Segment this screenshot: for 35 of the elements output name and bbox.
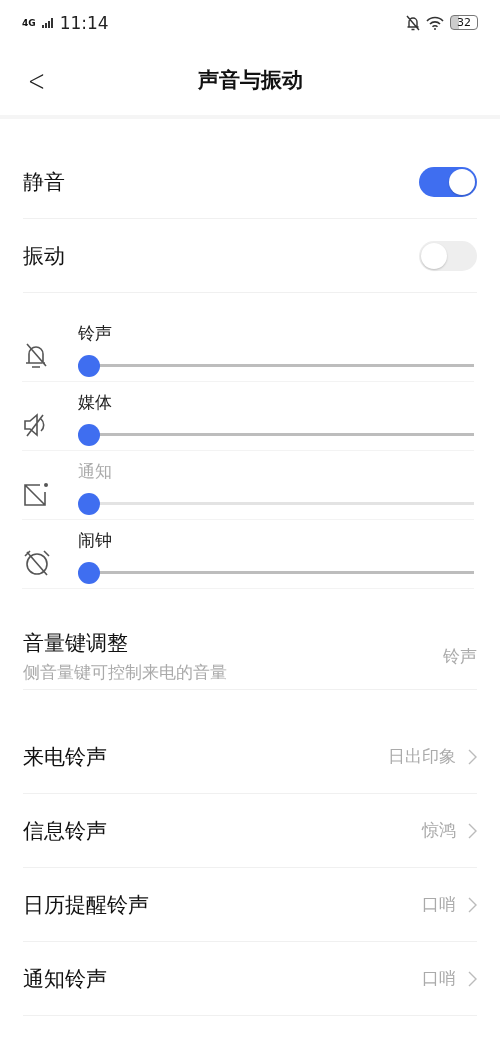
setting-label: 信息铃声 bbox=[23, 817, 107, 845]
chevron-right-icon bbox=[468, 896, 477, 913]
back-button[interactable]: < bbox=[23, 63, 50, 98]
setting-description: 侧音量键可控制来电的音量 bbox=[23, 660, 227, 684]
setting-label: 音量键调整 bbox=[23, 629, 129, 657]
setting-value: 口哨 bbox=[422, 893, 456, 916]
setting-value: 惊鸿 bbox=[422, 819, 456, 842]
toggle-switch[interactable] bbox=[419, 166, 477, 197]
toggle-switch[interactable] bbox=[419, 240, 477, 271]
volume-label: 铃声 bbox=[78, 321, 113, 345]
alarm-off-icon bbox=[22, 548, 52, 578]
chevron-right-icon bbox=[468, 748, 477, 765]
setting-value: 铃声 bbox=[443, 644, 477, 668]
volume-label: 通知 bbox=[78, 459, 113, 483]
slider-thumb[interactable] bbox=[78, 423, 100, 446]
signal-icon bbox=[41, 17, 54, 28]
bell-off-icon bbox=[406, 14, 420, 31]
setting-label: 来电铃声 bbox=[23, 743, 107, 771]
page-title: 声音与振动 bbox=[197, 67, 303, 94]
volume-label: 媒体 bbox=[78, 390, 113, 414]
volume-label: 闹钟 bbox=[78, 528, 113, 552]
setting-value: 口哨 bbox=[422, 967, 456, 990]
clock-time: 11:14 bbox=[59, 12, 109, 33]
battery-level: 32 bbox=[450, 15, 478, 30]
setting-label: 静音 bbox=[23, 168, 65, 196]
slider-thumb[interactable] bbox=[78, 354, 100, 377]
setting-label: 日历提醒铃声 bbox=[23, 891, 149, 919]
setting-label: 通知铃声 bbox=[23, 965, 107, 993]
wifi-icon bbox=[426, 15, 444, 30]
slider-thumb[interactable] bbox=[78, 561, 100, 584]
chevron-right-icon bbox=[468, 970, 477, 987]
setting-label: 振动 bbox=[23, 242, 65, 270]
network-type: 4G bbox=[22, 17, 36, 28]
setting-value: 日出印象 bbox=[388, 745, 456, 768]
chevron-right-icon bbox=[468, 822, 477, 839]
